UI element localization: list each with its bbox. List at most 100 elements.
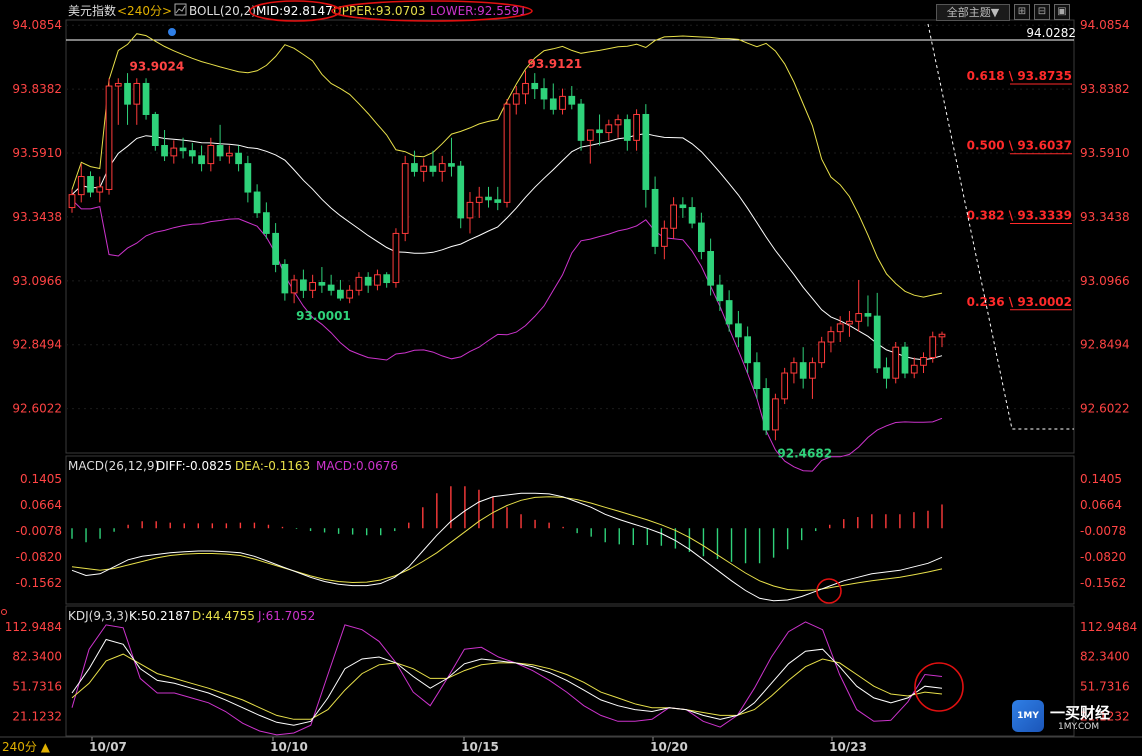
watermark-logo: 1MY 一买财经 1MY.COM [1008,700,1138,740]
boll-lower-value: LOWER:92.5591 [430,4,527,18]
candle-down [642,113,650,190]
x-tick-label: 10/07 [89,740,127,754]
candle-down [383,274,391,284]
kdj-tick-left: 82.3400 [12,650,62,664]
macd-tick-left: -0.0820 [16,550,62,564]
price-tick-right: 92.6022 [1080,402,1130,416]
candle-up [503,103,511,203]
candle-down [679,204,687,209]
candle-up [855,313,863,322]
kdj-j-value: J:61.7052 [257,609,315,623]
candle-down [327,284,335,291]
macd-tick-left: 0.0664 [20,498,62,512]
theme-dropdown-button[interactable]: 全部主题▼ [936,4,1010,21]
macd-tick-right: -0.1562 [1080,576,1126,590]
candle-up [605,124,613,134]
candle-down [725,300,733,325]
fib-level-label: 0.500 \ 93.6037 [967,139,1072,153]
price-tick-right: 93.8382 [1080,82,1130,96]
candle-down [272,232,279,265]
instrument-title: 美元指数 [68,3,116,18]
candle-up [660,227,668,247]
kdj-d-value: D:44.4755 [192,609,255,623]
macd-tick-left: -0.0078 [16,524,62,538]
kdj-k-value: K:50.2187 [129,609,191,623]
candle-up [77,176,85,196]
candle-up [522,82,529,95]
macd-tick-right: 0.0664 [1080,498,1122,512]
candle-down [596,129,603,134]
layout-grid-icon[interactable]: ⊞ [1014,4,1030,20]
boll-label[interactable]: BOLL(20,2) [189,4,256,18]
candle-up [170,147,178,157]
candle-down [188,150,196,157]
candle-down [873,315,881,369]
candle-down [142,82,150,115]
chart-canvas: 美元指数 <240分> BOLL(20,2) MID:92.8147 UPPER… [0,0,1142,756]
price-tick-left: 93.3438 [12,210,62,224]
candle-down [697,222,705,253]
kdj-tick-right: 112.9484 [1080,620,1137,634]
fib-level-label: 0.382 \ 93.3339 [967,208,1072,222]
candle-up [105,85,113,190]
macd-label[interactable]: MACD(26,12,9) [68,459,159,473]
candle-up [475,196,483,203]
kdj-tick-left: 51.7316 [12,679,62,693]
candle-down [124,82,131,105]
candle-down [485,196,492,201]
watermark-name: 一买财经 [1050,704,1111,722]
candle-up [392,232,400,284]
price-tick-right: 93.3438 [1080,210,1130,224]
kdj-label[interactable]: KDJ(9,3,3) [68,609,129,623]
candle-down [799,362,807,379]
candle-up [836,323,844,333]
candle-down [161,145,168,157]
candle-down [688,207,696,224]
candle-down [244,163,252,193]
candle-up [910,364,918,374]
period-tag[interactable]: <240分> [117,4,172,18]
candle-up [401,163,409,234]
candle-down [531,82,539,90]
candle-down [179,147,187,152]
minimize-icon[interactable]: ⊟ [1034,4,1050,20]
current-price-label: 94.0282 [1026,26,1076,40]
price-extreme-label: 93.9121 [528,57,583,71]
macd-histogram-value: MACD:0.0676 [316,459,398,473]
macd-tick-right: -0.0820 [1080,550,1126,564]
candle-up [818,341,826,364]
price-tick-right: 93.5910 [1080,146,1130,160]
candle-down [707,251,714,286]
candle-up [346,289,354,299]
price-tick-left: 94.0854 [12,18,62,32]
candle-down [411,163,418,172]
candle-up [670,204,677,229]
macd-tick-right: -0.0078 [1080,524,1126,538]
candle-down [337,289,344,299]
kdj-tick-left: 112.9484 [5,620,62,634]
candle-down [568,95,576,105]
price-extreme-label: 93.0001 [296,309,351,323]
candle-up [207,145,215,165]
candle-down [235,152,242,165]
candle-down [651,188,659,247]
candle-down [300,279,307,291]
watermark-url: 1MY.COM [1058,722,1100,732]
period-selector[interactable]: 240分 ▲ [2,740,51,754]
candle-down [623,119,631,141]
event-marker-dot[interactable] [168,28,176,36]
price-tick-left: 93.5910 [12,146,62,160]
maximize-icon[interactable]: ▣ [1054,4,1070,20]
price-extreme-label: 92.4682 [777,446,832,460]
candle-up [225,152,233,157]
kdj-tick-right: 82.3400 [1080,650,1130,664]
candle-down [429,165,437,172]
candle-down [494,199,502,203]
candle-up [68,194,76,209]
candle-up [790,362,798,374]
candle-up [133,82,141,105]
macd-tick-left: 0.1405 [20,472,62,486]
candle-up [827,331,835,343]
candle-down [883,367,890,379]
candle-up [420,165,428,172]
